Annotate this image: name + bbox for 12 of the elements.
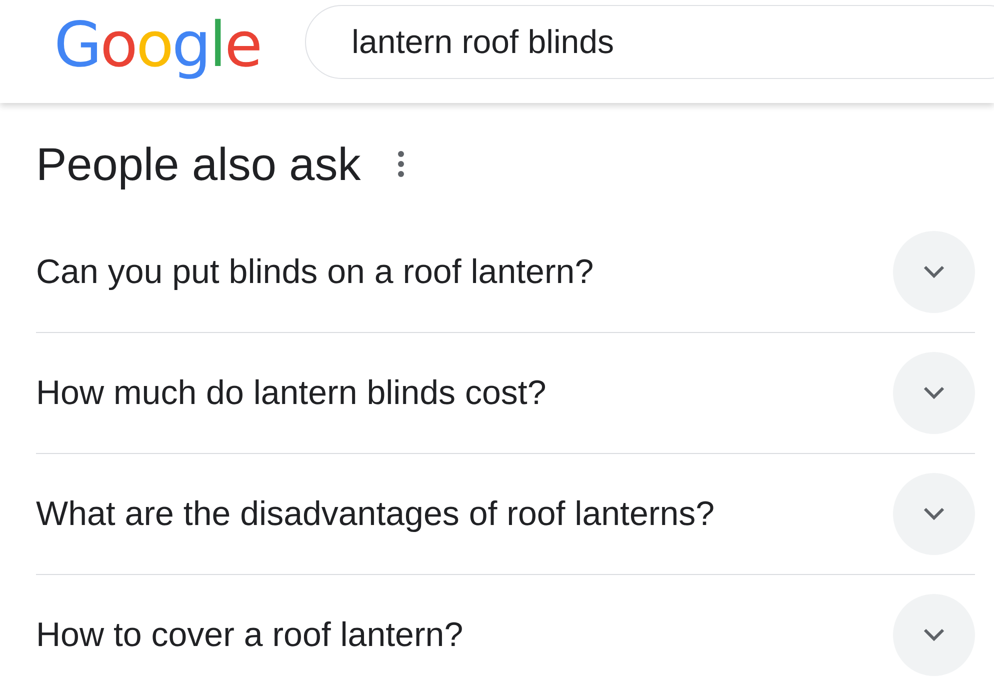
section-title: People also ask [36,137,361,191]
chevron-icon [923,386,945,400]
question-text[interactable]: Can you put blinds on a roof lantern? [36,252,594,292]
chevron-icon [923,265,945,279]
chevron-icon [923,628,945,642]
logo[interactable]: Google [54,8,261,81]
chevron-icon [923,507,945,521]
question-text[interactable]: How much do lantern blinds cost? [36,374,546,412]
question-text[interactable]: What are the disadvantages of roof lanterns? [36,494,715,534]
more-options-icon[interactable] [396,150,405,178]
question-text[interactable]: How to cover a roof lantern? [36,616,464,654]
search-field[interactable]: lantern roof blinds [304,4,994,78]
